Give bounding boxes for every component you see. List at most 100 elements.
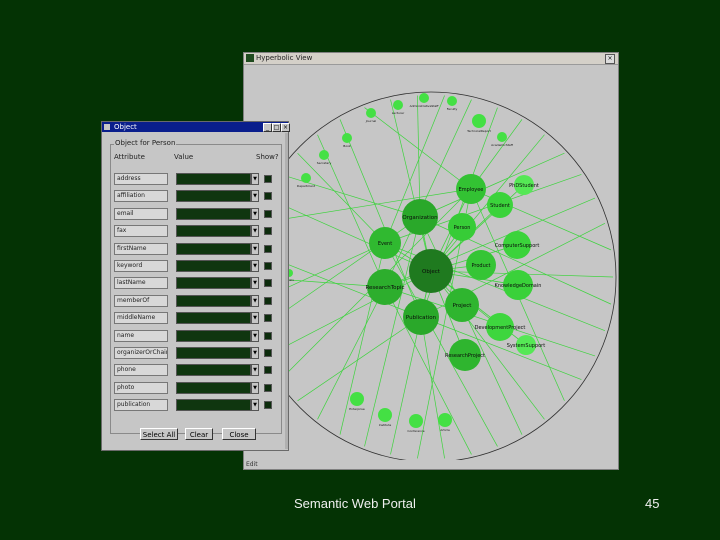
graph-node[interactable]: DevelopmentProject [475,313,526,341]
value-dropdown[interactable] [176,381,251,394]
graph-node[interactable]: Object [409,249,453,293]
close-button[interactable]: Close [222,428,256,440]
column-header-show: Show? [256,153,279,161]
graph-node-small[interactable]: Secretary [317,150,332,165]
chevron-down-icon[interactable]: ▼ [251,312,259,325]
graph-node-small[interactable]: Article [438,413,452,432]
chevron-down-icon[interactable]: ▼ [251,242,259,255]
node-circle[interactable] [301,173,311,183]
node-circle[interactable] [447,96,457,106]
value-dropdown[interactable] [176,173,251,185]
graph-node-small[interactable]: Institute [378,408,392,427]
clear-button[interactable]: Clear [185,428,213,440]
graph-node[interactable]: Product [466,250,496,280]
show-checkbox[interactable] [264,209,272,218]
node-circle[interactable] [472,114,486,128]
node-circle[interactable] [342,133,352,143]
object-finder-titlebar[interactable]: Object _ □ × [102,122,290,132]
graph-node-small[interactable]: AdministrativeStaff [410,93,440,108]
hyperbolic-view-title: Hyperbolic View [256,54,313,62]
chevron-down-icon[interactable]: ▼ [251,260,259,272]
chevron-down-icon[interactable]: ▼ [251,225,259,238]
node-label: Student [490,203,510,209]
graph-node-small[interactable]: Faculty [447,96,458,111]
graph-node-small[interactable]: TechnicalReport [466,114,492,133]
select-all-button[interactable]: Select All [140,428,178,440]
graph-node[interactable]: Person [448,213,476,241]
value-dropdown[interactable] [176,294,251,307]
graph-node-small[interactable]: Journal [365,108,377,123]
show-checkbox[interactable] [264,227,272,236]
attribute-label: organizerOrChairOf [114,347,168,359]
node-circle[interactable] [378,408,392,422]
chevron-down-icon[interactable]: ▼ [251,294,259,307]
show-checkbox[interactable] [264,175,272,183]
hyperbolic-view-titlebar[interactable]: Hyperbolic View × [244,53,618,65]
node-circle[interactable] [319,150,329,160]
minimize-icon[interactable]: _ [263,123,272,132]
value-dropdown[interactable] [176,347,251,359]
node-circle[interactable] [409,414,423,428]
graph-node[interactable]: Publication [403,299,439,335]
hyperbolic-graph[interactable]: Lecturer AdministrativeStaff Faculty Journa… [244,65,618,460]
graph-node[interactable]: ResearchProject [445,339,485,371]
value-dropdown[interactable] [176,399,251,412]
graph-nodes[interactable]: Lecturer AdministrativeStaff Faculty Journa… [283,93,545,433]
show-checkbox[interactable] [264,262,272,270]
value-dropdown[interactable] [176,260,251,272]
chevron-down-icon[interactable]: ▼ [251,190,259,203]
show-checkbox[interactable] [264,331,272,340]
scrollbar[interactable] [285,133,288,449]
chevron-down-icon[interactable]: ▼ [251,173,259,185]
show-checkbox[interactable] [264,383,272,392]
value-dropdown[interactable] [176,364,251,377]
chevron-down-icon[interactable]: ▼ [251,277,259,290]
graph-node[interactable]: Student [487,192,513,218]
graph-node[interactable]: Employee [456,174,486,204]
show-checkbox[interactable] [264,349,272,357]
value-dropdown[interactable] [176,242,251,255]
graph-node[interactable]: Organization [402,199,438,235]
chevron-down-icon[interactable]: ▼ [251,381,259,394]
chevron-down-icon[interactable]: ▼ [251,399,259,412]
maximize-icon[interactable]: □ [272,123,281,132]
close-icon[interactable]: × [281,123,290,132]
value-dropdown[interactable] [176,277,251,290]
graph-node-small[interactable]: Book [342,133,352,148]
graph-node-small[interactable]: Enterprise [349,392,365,411]
value-dropdown[interactable] [176,312,251,325]
graph-node[interactable]: Event [369,227,401,259]
graph-node[interactable]: Project [445,288,479,322]
value-dropdown[interactable] [176,329,251,342]
show-checkbox[interactable] [264,192,272,201]
graph-node[interactable]: ComputerSupport [495,231,540,259]
show-checkbox[interactable] [264,279,272,288]
graph-node-small[interactable]: Lecturer [392,100,405,115]
value-dropdown[interactable] [176,207,251,220]
graph-node-small[interactable]: Conference [407,414,425,433]
value-dropdown[interactable] [176,225,251,238]
node-label: Conference [407,429,424,433]
attribute-row: firstName ▼ [114,242,282,255]
chevron-down-icon[interactable]: ▼ [251,364,259,377]
chevron-down-icon[interactable]: ▼ [251,347,259,359]
value-dropdown[interactable] [176,190,251,203]
chevron-down-icon[interactable]: ▼ [251,207,259,220]
chevron-down-icon[interactable]: ▼ [251,329,259,342]
show-checkbox[interactable] [264,366,272,375]
node-circle[interactable] [366,108,376,118]
graph-node[interactable]: ResearchTopic [365,269,405,305]
node-circle[interactable] [393,100,403,110]
graph-node[interactable]: PhDStudent [509,175,539,195]
node-circle[interactable] [497,132,507,142]
graph-node-small[interactable]: AcademicStaff [491,132,514,147]
show-checkbox[interactable] [264,244,272,253]
node-circle[interactable] [438,413,452,427]
slide-footer-title: Semantic Web Portal [294,496,416,511]
node-circle[interactable] [419,93,429,103]
node-circle[interactable] [350,392,364,406]
show-checkbox[interactable] [264,401,272,410]
show-checkbox[interactable] [264,314,272,323]
close-icon[interactable]: × [605,54,615,64]
show-checkbox[interactable] [264,296,272,305]
